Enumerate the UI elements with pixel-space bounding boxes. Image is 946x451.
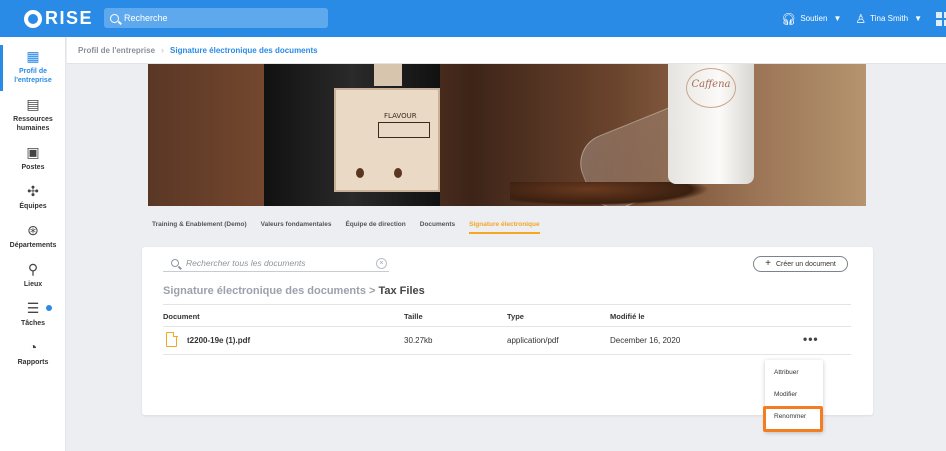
notification-dot (46, 305, 52, 311)
sidebar-item-reports[interactable]: ◔ Rapports (0, 340, 66, 367)
sidebar-item-human-resources[interactable]: ▤ Ressources humaines (0, 97, 66, 133)
search-icon (110, 13, 119, 23)
file-modified: December 16, 2020 (610, 336, 681, 345)
sidebar-item-tasks[interactable]: ☰ Tâches (0, 301, 66, 328)
global-search-input[interactable]: Recherche (104, 8, 328, 28)
clear-search-icon[interactable]: × (376, 258, 387, 269)
cup-brand-logo: Caffena (686, 68, 736, 108)
path-separator: > (365, 285, 379, 297)
search-icon (171, 259, 179, 267)
breadcrumb: Profil de l'entreprise › Signature élect… (67, 37, 946, 64)
user-icon: ♙ (855, 11, 867, 26)
apps-grid-icon[interactable] (936, 11, 946, 26)
path-root[interactable]: Signature électronique des documents (163, 285, 366, 297)
menu-item-rename[interactable]: Renommer (763, 406, 823, 432)
cover-banner: FLAVOUR Caffena (148, 64, 866, 206)
tab-e-signature[interactable]: Signature électronique (469, 221, 540, 234)
sidebar-item-label: Tâches (20, 320, 46, 327)
sidebar-item-label: Départements (9, 242, 57, 249)
folder-path: Signature électronique des documents > T… (163, 285, 425, 297)
contacts-book-icon: ▤ (26, 96, 40, 112)
coffee-bag-label: FLAVOUR (334, 88, 440, 192)
breadcrumb-separator-icon: › (161, 45, 165, 55)
plus-icon: + (765, 258, 771, 269)
logo-circle-icon (24, 9, 42, 28)
location-pin-icon: ⚲ (27, 261, 39, 277)
headset-icon: 🎧︎ (781, 11, 797, 26)
user-name: Tina Smith (870, 14, 909, 23)
sidebar-item-positions[interactable]: ▣ Postes (0, 145, 66, 172)
support-label: Soutien (800, 14, 828, 23)
file-size: 30.27kb (404, 336, 433, 345)
sidebar-item-departments[interactable]: ⊛ Départements (0, 223, 66, 250)
sidebar-item-locations[interactable]: ⚲ Lieux (0, 262, 66, 289)
document-search-placeholder: Rechercher tous les documents (186, 258, 306, 268)
create-document-label: Créer un document (775, 260, 836, 268)
table-row[interactable]: t2200-19e (1).pdf 30.27kb application/pd… (163, 327, 851, 355)
more-options-icon[interactable]: ••• (803, 332, 819, 346)
network-icon: ✣ (27, 183, 39, 199)
table-header: Document Taille Type Modifié le (163, 304, 851, 327)
chevron-down-icon: ▼ (914, 14, 922, 23)
document-search-input[interactable]: Rechercher tous les documents × (163, 255, 389, 272)
sidebar-item-label: Postes (21, 164, 45, 171)
top-bar: RISE Recherche 🎧︎ Soutien ▼ ♙ Tina Smith… (0, 0, 946, 37)
column-modified[interactable]: Modifié le (610, 312, 645, 321)
rise-logo[interactable]: RISE (24, 8, 93, 29)
column-type[interactable]: Type (507, 312, 524, 321)
breadcrumb-current: Signature électronique des documents (170, 45, 318, 55)
column-document[interactable]: Document (163, 312, 200, 321)
tab-training-enablement[interactable]: Training & Enablement (Demo) (152, 221, 247, 234)
sidebar-item-company-profile[interactable]: ▦ Profil de l'entreprise (0, 49, 66, 85)
tab-leadership-team[interactable]: Équipe de direction (345, 221, 405, 234)
tasks-icon: ☰ (26, 300, 40, 316)
file-type: application/pdf (507, 336, 559, 345)
global-search-placeholder: Recherche (124, 13, 168, 23)
building-icon: ▦ (26, 48, 40, 64)
pdf-file-icon (166, 331, 178, 347)
support-menu[interactable]: 🎧︎ Soutien ▼ (781, 12, 841, 26)
menu-item-edit[interactable]: Modifier (765, 384, 823, 406)
column-size[interactable]: Taille (404, 312, 423, 321)
profile-tabs: Training & Enablement (Demo) Valeurs fon… (152, 221, 554, 234)
path-current: Tax Files (378, 285, 425, 297)
tab-core-values[interactable]: Valeurs fondamentales (261, 221, 332, 234)
menu-item-assign[interactable]: Attribuer (765, 362, 823, 384)
chevron-down-icon: ▼ (833, 14, 842, 23)
bag-flavour-text: FLAVOUR (384, 112, 417, 120)
row-actions-menu: Attribuer Modifier Renommer (763, 360, 823, 432)
tab-documents[interactable]: Documents (420, 221, 455, 234)
pie-chart-icon: ◔ (28, 339, 38, 355)
breadcrumb-company-profile[interactable]: Profil de l'entreprise (78, 46, 155, 55)
sidebar-item-label: Rapports (17, 359, 49, 366)
sidebar-item-label: Ressources humaines (13, 116, 53, 132)
sidebar: ▦ Profil de l'entreprise ▤ Ressources hu… (0, 37, 66, 451)
coffee-beans-image (510, 182, 710, 206)
file-name[interactable]: t2200-19e (1).pdf (187, 336, 250, 345)
sidebar-item-label: Équipes (19, 203, 47, 210)
sidebar-item-label: Lieux (23, 281, 43, 288)
sidebar-item-label: Profil de l'entreprise (14, 68, 52, 84)
create-document-button[interactable]: + Créer un document (753, 256, 848, 272)
user-menu[interactable]: ♙ Tina Smith ▼ (855, 12, 922, 26)
sidebar-item-teams[interactable]: ✣ Équipes (0, 184, 66, 211)
compass-icon: ⊛ (27, 222, 39, 238)
id-card-icon: ▣ (26, 144, 40, 160)
